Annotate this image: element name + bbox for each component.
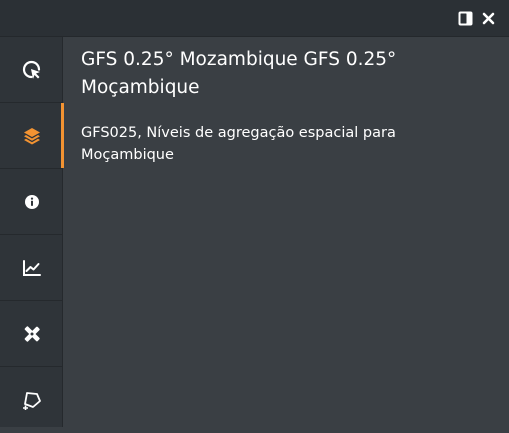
top-bar — [0, 0, 509, 37]
polygon-icon — [22, 390, 42, 410]
sidebar-item-tools[interactable] — [0, 301, 63, 367]
sidebar-item-info[interactable] — [0, 169, 63, 235]
sidebar-item-polygon[interactable] — [0, 367, 63, 433]
panel-toggle-icon[interactable] — [457, 10, 474, 27]
sidebar-item-layers[interactable] — [0, 103, 64, 169]
layer-title: GFS 0.25° Mozambique GFS 0.25° Moçambiqu… — [81, 49, 397, 98]
layer-description: GFS025, Níveis de agregação espacial par… — [81, 125, 396, 163]
chart-line-icon — [22, 259, 42, 277]
cursor-click-icon — [22, 60, 42, 80]
layer-info-panel: GFS 0.25° Mozambique GFS 0.25° Moçambiqu… — [63, 37, 509, 427]
layers-icon — [22, 126, 42, 146]
sidebar-item-chart[interactable] — [0, 235, 63, 301]
tools-icon — [22, 324, 42, 344]
close-icon[interactable] — [480, 10, 497, 27]
info-icon — [24, 194, 40, 210]
sidebar — [0, 37, 64, 427]
sidebar-item-select[interactable] — [0, 37, 63, 103]
top-bar-controls — [457, 10, 497, 27]
